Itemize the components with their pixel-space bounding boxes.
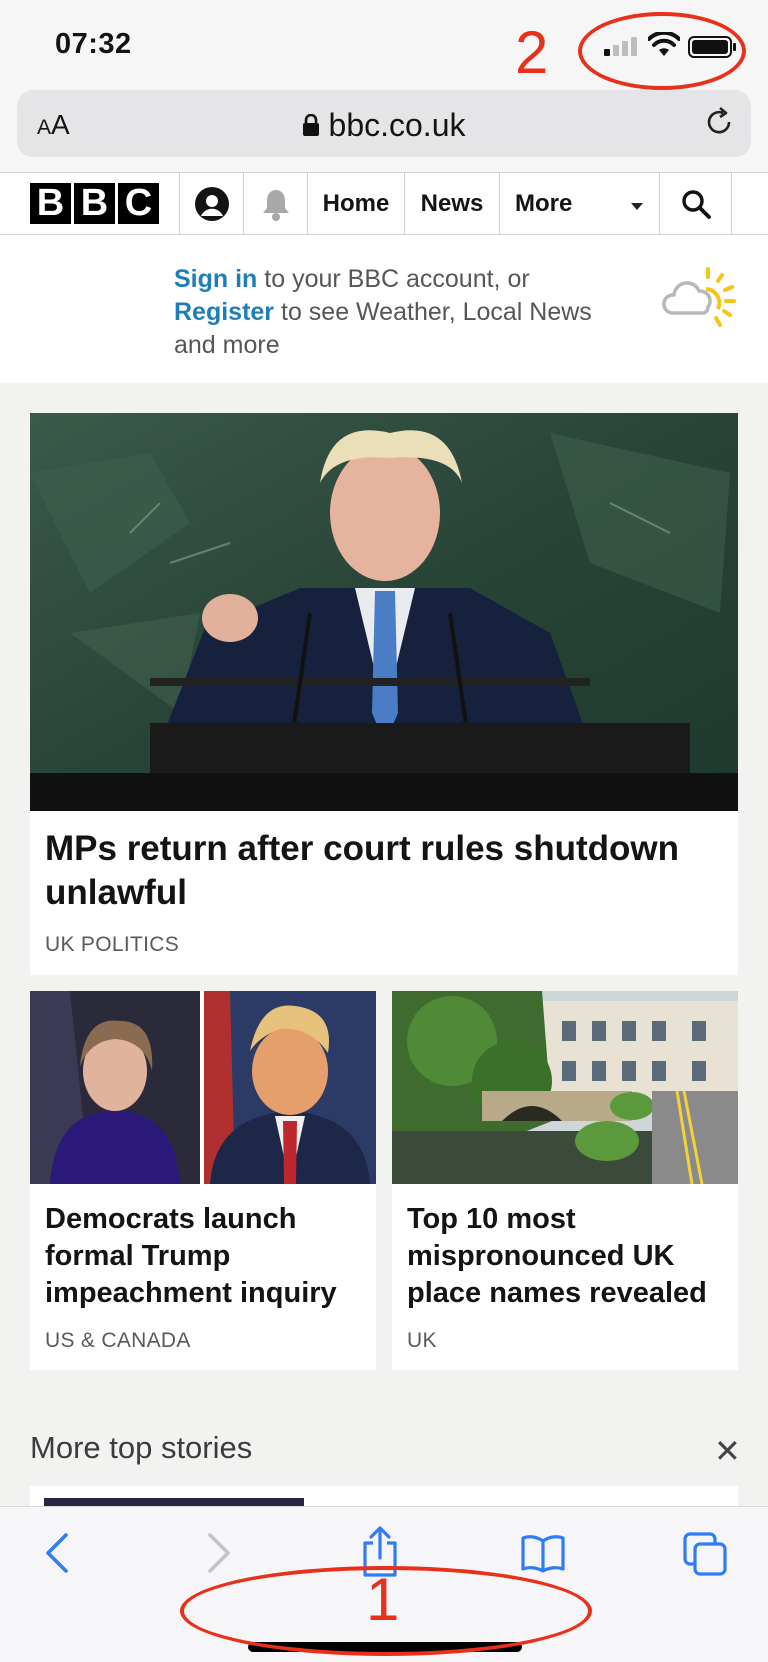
- nav-home[interactable]: Home: [308, 173, 405, 234]
- lock-icon: [302, 113, 319, 136]
- notifications-button[interactable]: [244, 173, 308, 234]
- top-story-section[interactable]: UK POLITICS: [45, 933, 179, 957]
- more-top-stories-title: More top stories: [30, 1430, 253, 1465]
- sign-in-promo: Sign in to your BBC account, or Register…: [0, 235, 768, 383]
- story-image-left: [30, 991, 376, 1184]
- annotation-oval-home: [180, 1566, 592, 1656]
- tabs-icon[interactable]: [682, 1531, 728, 1577]
- story-headline-left[interactable]: Democrats launch formal Trump impeachmen…: [45, 1201, 365, 1312]
- nav-news[interactable]: News: [405, 173, 500, 234]
- status-time: 07:32: [55, 28, 132, 60]
- register-link[interactable]: Register: [174, 298, 274, 326]
- bbc-navigation: B B C Home News More: [0, 172, 768, 235]
- address-bar[interactable]: AA bbc.co.uk: [17, 90, 751, 157]
- top-story-image: [30, 413, 738, 811]
- annotation-oval-status: [578, 12, 746, 90]
- caret-down-icon: [631, 203, 643, 210]
- bell-icon: [262, 189, 289, 221]
- promo-text: Sign in to your BBC account, or Register…: [174, 265, 592, 359]
- back-icon[interactable]: [42, 1531, 72, 1575]
- story-section-right[interactable]: UK: [407, 1329, 437, 1353]
- forward-icon[interactable]: [204, 1531, 234, 1575]
- story-card-left[interactable]: Democrats launch formal Trump impeachmen…: [30, 991, 376, 1370]
- browser-address-area: AA bbc.co.uk: [0, 86, 768, 172]
- close-icon[interactable]: ✕: [714, 1432, 741, 1470]
- search-icon: [681, 189, 711, 219]
- account-button[interactable]: [180, 173, 244, 234]
- reload-icon[interactable]: [701, 104, 737, 140]
- annotation-number-2: 2: [515, 19, 549, 86]
- bookmarks-icon[interactable]: [520, 1533, 566, 1573]
- sign-in-link[interactable]: Sign in: [174, 265, 257, 293]
- story-image-right: [392, 991, 738, 1184]
- top-story-card[interactable]: MPs return after court rules shutdown un…: [30, 413, 738, 975]
- account-icon: [194, 186, 229, 221]
- bbc-logo[interactable]: B B C: [0, 173, 180, 234]
- story-section-left[interactable]: US & CANADA: [45, 1329, 191, 1353]
- weather-icon: [662, 267, 736, 327]
- story-headline-right[interactable]: Top 10 most mispronounced UK place names…: [407, 1201, 727, 1312]
- nav-more[interactable]: More: [500, 173, 660, 234]
- top-story-headline[interactable]: MPs return after court rules shutdown un…: [45, 827, 725, 915]
- search-button[interactable]: [660, 173, 732, 234]
- story-card-right[interactable]: Top 10 most mispronounced UK place names…: [392, 991, 738, 1370]
- url-text: bbc.co.uk: [328, 107, 466, 143]
- url-field[interactable]: bbc.co.uk: [17, 107, 751, 144]
- more-top-stories-card[interactable]: [30, 1486, 738, 1506]
